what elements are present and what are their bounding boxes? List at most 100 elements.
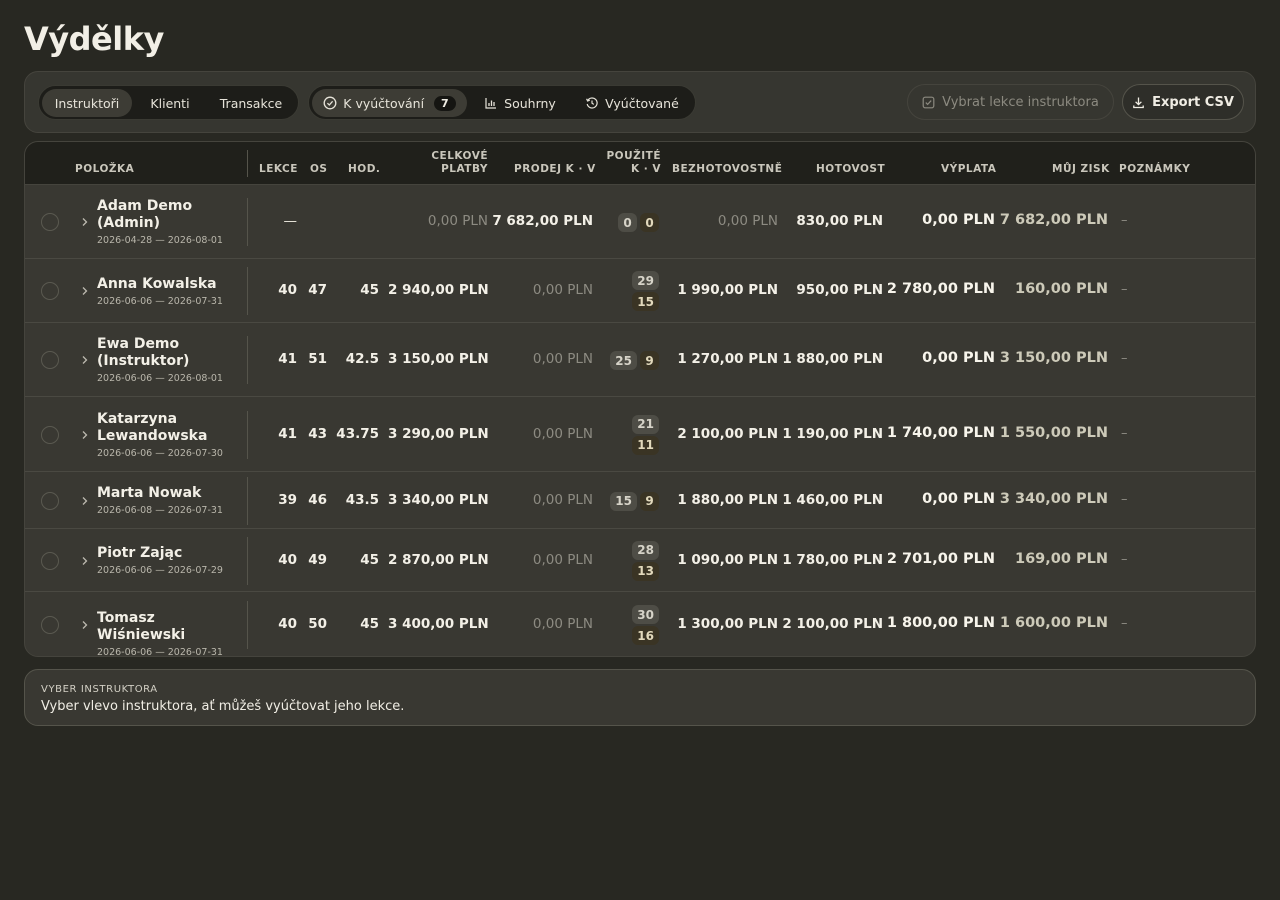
profit-amount: 1 600,00 PLN bbox=[999, 615, 1108, 631]
instructor-name[interactable]: Piotr Zając 2026-06-06 — 2026-07-29 bbox=[97, 545, 247, 576]
tab-to-settle-label: K vyúčtování bbox=[343, 95, 425, 111]
cash-amount: 1 780,00 PLN bbox=[782, 551, 883, 568]
header-sales[interactable]: Prodej K · V bbox=[514, 163, 596, 176]
instructor-name[interactable]: Anna Kowalska 2026-06-06 — 2026-07-31 bbox=[97, 276, 247, 307]
lessons-count: 41 bbox=[278, 425, 297, 442]
header-item[interactable]: Položka bbox=[75, 163, 134, 176]
export-csv-button[interactable]: Export CSV bbox=[1122, 84, 1244, 120]
total-payments: 3 150,00 PLN bbox=[388, 351, 489, 367]
row-select-radio[interactable] bbox=[41, 213, 59, 231]
total-payments: 3 340,00 PLN bbox=[388, 491, 489, 508]
tab-transactions[interactable]: Transakce bbox=[207, 89, 295, 117]
hours-value: 42.5 bbox=[345, 351, 379, 367]
instructor-name[interactable]: Marta Nowak 2026-06-08 — 2026-07-31 bbox=[97, 485, 247, 516]
instructor-name[interactable]: Ewa Demo (Instruktor) 2026-06-06 — 2026-0… bbox=[97, 336, 247, 384]
table-row[interactable]: Adam Demo (Admin) 2026-04-28 — 2026-08-01… bbox=[25, 185, 1255, 259]
header-profit[interactable]: Můj zisk bbox=[1052, 163, 1110, 176]
used-v-badge: 0 bbox=[640, 213, 659, 232]
instructor-name[interactable]: Katarzyna Lewandowska 2026-06-06 — 2026-0… bbox=[97, 411, 247, 459]
notes-value[interactable]: – bbox=[1121, 492, 1128, 507]
sales-kv: 0,00 PLN bbox=[532, 551, 593, 568]
row-select-radio[interactable] bbox=[41, 491, 59, 510]
chevron-right-icon[interactable] bbox=[81, 355, 89, 365]
header-card[interactable]: Bezhotovostně bbox=[672, 163, 782, 176]
used-k-badge: 21 bbox=[632, 414, 659, 434]
checkbox-icon bbox=[922, 96, 935, 108]
used-k-badge: 29 bbox=[632, 271, 659, 290]
lessons-count: 40 bbox=[278, 616, 297, 632]
header-lessons[interactable]: Lekce bbox=[259, 163, 298, 176]
header-notes[interactable]: Poznámky bbox=[1119, 163, 1190, 176]
header-used[interactable]: Použité K · V bbox=[595, 150, 661, 176]
payout-amount: 0,00 PLN bbox=[922, 212, 995, 228]
notes-value[interactable]: – bbox=[1121, 213, 1128, 228]
select-lessons-label: Vybrat lekce instruktora bbox=[942, 94, 1099, 110]
table-row[interactable]: Marta Nowak 2026-06-08 — 2026-07-31 39 46 43… bbox=[25, 472, 1255, 529]
check-circle-icon bbox=[323, 96, 337, 110]
tab-summaries[interactable]: Souhrny bbox=[475, 89, 565, 117]
hours-value: 45 bbox=[360, 282, 379, 298]
hours-value: 43.75 bbox=[336, 425, 379, 442]
date-range: 2026-06-06 — 2026-07-29 bbox=[97, 565, 223, 576]
cash-amount: 830,00 PLN bbox=[796, 213, 883, 229]
row-select-radio[interactable] bbox=[41, 351, 59, 369]
earnings-table: Položka Lekce Os Hod. Celkové platby Pro… bbox=[24, 141, 1256, 657]
notes-value[interactable]: – bbox=[1121, 552, 1128, 567]
tab-clients[interactable]: Klienti bbox=[136, 89, 204, 117]
table-row[interactable]: Anna Kowalska 2026-06-06 — 2026-07-31 40 47… bbox=[25, 259, 1255, 323]
card-amount: 1 090,00 PLN bbox=[677, 551, 778, 568]
chevron-right-icon[interactable] bbox=[81, 556, 89, 566]
instructor-name-text: Ewa Demo (Instruktor) bbox=[97, 336, 190, 369]
notes-value[interactable]: – bbox=[1121, 282, 1128, 297]
chevron-right-icon[interactable] bbox=[81, 496, 89, 506]
card-amount: 2 100,00 PLN bbox=[677, 425, 778, 442]
table-row[interactable]: Piotr Zając 2026-06-06 — 2026-07-29 40 49 45… bbox=[25, 529, 1255, 592]
row-select-radio[interactable] bbox=[41, 425, 59, 444]
table-row[interactable]: Tomasz Wiśniewski 2026-06-06 — 2026-07-31… bbox=[25, 592, 1255, 657]
used-v-badge: 16 bbox=[632, 626, 659, 645]
status-tabs: K vyúčtování 7 Souhrny Vyúčtované bbox=[308, 85, 696, 120]
tab-settled[interactable]: Vyúčtované bbox=[575, 89, 689, 117]
instructor-name[interactable]: Tomasz Wiśniewski 2026-06-06 — 2026-07-31 bbox=[97, 609, 247, 657]
bar-chart-icon bbox=[485, 98, 497, 109]
hours-value: 45 bbox=[360, 551, 379, 568]
header-hours[interactable]: Hod. bbox=[348, 163, 380, 176]
table-row[interactable]: Katarzyna Lewandowska 2026-06-06 — 2026-0… bbox=[25, 397, 1255, 472]
header-total-line2: platby bbox=[441, 163, 488, 175]
cash-amount: 1 460,00 PLN bbox=[782, 491, 883, 508]
table-row[interactable]: Ewa Demo (Instruktor) 2026-06-06 — 2026-0… bbox=[25, 323, 1255, 397]
chevron-right-icon[interactable] bbox=[81, 217, 89, 227]
used-v-badge: 13 bbox=[632, 561, 659, 581]
notes-value[interactable]: – bbox=[1121, 351, 1128, 366]
date-range: 2026-06-08 — 2026-07-31 bbox=[97, 505, 223, 516]
header-os[interactable]: Os bbox=[310, 163, 328, 176]
header-total[interactable]: Celkové platby bbox=[407, 150, 488, 176]
chevron-right-icon[interactable] bbox=[81, 430, 89, 440]
card-amount: 1 270,00 PLN bbox=[677, 351, 778, 367]
row-select-radio[interactable] bbox=[41, 282, 59, 300]
profit-amount: 3 340,00 PLN bbox=[999, 490, 1108, 507]
row-select-radio[interactable] bbox=[41, 616, 59, 634]
tab-instructors[interactable]: Instruktoři bbox=[42, 89, 132, 117]
notes-value[interactable]: – bbox=[1121, 426, 1128, 441]
tab-to-settle[interactable]: K vyúčtování 7 bbox=[312, 89, 467, 117]
payout-amount: 0,00 PLN bbox=[922, 350, 995, 366]
used-v-badge: 9 bbox=[640, 491, 659, 511]
select-lessons-button[interactable]: Vybrat lekce instruktora bbox=[907, 84, 1114, 120]
header-used-line2: K · V bbox=[630, 163, 661, 175]
header-cash[interactable]: Hotovost bbox=[816, 163, 885, 176]
os-count: 50 bbox=[308, 616, 327, 632]
row-select-radio[interactable] bbox=[41, 551, 59, 570]
notes-value[interactable]: – bbox=[1121, 616, 1128, 631]
hours-value: 45 bbox=[360, 616, 379, 632]
sales-kv: 0,00 PLN bbox=[532, 282, 593, 298]
header-payout[interactable]: Výplata bbox=[941, 163, 996, 176]
chevron-right-icon[interactable] bbox=[81, 286, 89, 296]
card-amount: 1 880,00 PLN bbox=[677, 491, 778, 508]
card-amount: 0,00 PLN bbox=[717, 213, 778, 229]
sales-kv: 0,00 PLN bbox=[532, 351, 593, 367]
chevron-right-icon[interactable] bbox=[81, 620, 89, 630]
instructor-name-text: Tomasz Wiśniewski bbox=[97, 609, 186, 643]
instructor-name[interactable]: Adam Demo (Admin) 2026-04-28 — 2026-08-01 bbox=[97, 198, 247, 246]
used-k-badge: 28 bbox=[632, 540, 659, 560]
